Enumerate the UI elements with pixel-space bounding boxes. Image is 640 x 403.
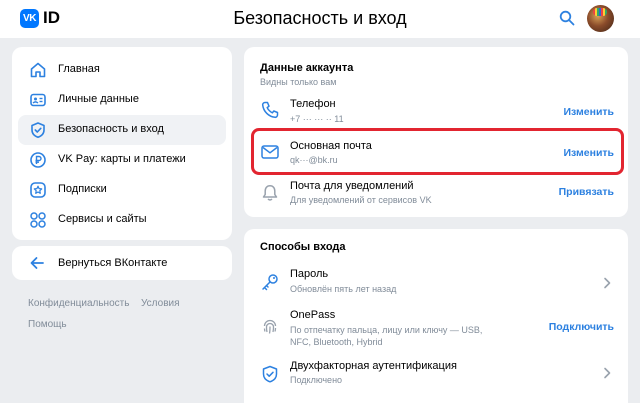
sidebar-nav: Главная Личные данные Безопасность и вхо… (12, 47, 232, 240)
phone-change-button[interactable]: Изменить (563, 106, 614, 118)
services-grid-icon (29, 211, 47, 229)
sidebar-item-security[interactable]: Безопасность и вход (18, 115, 226, 145)
key-icon (260, 272, 280, 292)
sidebar-item-label: Подписки (58, 183, 107, 195)
password-title: Пароль (290, 268, 329, 280)
sidebar-item-services[interactable]: Сервисы и сайты (18, 205, 226, 235)
bell-icon (260, 183, 280, 203)
phone-title: Телефон (290, 98, 336, 110)
notification-email-title: Почта для уведомлений (290, 180, 414, 192)
back-label: Вернуться ВКонтакте (58, 257, 168, 269)
sidebar-item-home[interactable]: Главная (18, 55, 226, 85)
phone-icon (260, 100, 280, 120)
id-card-icon (29, 91, 47, 109)
avatar[interactable] (587, 5, 614, 32)
password-value: Обновлён пять лет назад (290, 284, 397, 294)
onepass-value-line2: NFC, Bluetooth, Hybrid (290, 337, 383, 347)
two-factor-value: Подключено (290, 375, 343, 385)
phone-value: +7 ··· ··· ·· 11 (290, 114, 344, 124)
account-section-title: Данные аккаунта (260, 62, 354, 74)
ruble-icon (29, 151, 47, 169)
page-title: Безопасность и вход (233, 8, 407, 28)
login-section-title: Способы входа (260, 241, 346, 253)
two-factor-title: Двухфакторная аутентификация (290, 360, 457, 372)
sidebar-item-label: Главная (58, 63, 100, 75)
fingerprint-icon (260, 317, 280, 337)
search-icon[interactable] (559, 10, 575, 26)
sidebar-item-subscriptions[interactable]: Подписки (18, 175, 226, 205)
sidebar-item-label: Сервисы и сайты (58, 213, 147, 225)
onepass-value-line1: По отпечатку пальца, лицу или ключу — US… (290, 325, 483, 335)
help-link[interactable]: Помощь (28, 319, 67, 330)
terms-link[interactable]: Условия (141, 298, 180, 309)
sidebar-item-label: VK Pay: карты и платежи (58, 153, 186, 165)
star-icon (29, 181, 47, 199)
login-methods-card: Способы входа Пароль Обновлён пять лет н… (244, 229, 628, 403)
notification-email-value: Для уведомлений от сервисов VK (290, 195, 432, 205)
home-icon (29, 61, 47, 79)
onepass-title: OnePass (290, 309, 336, 321)
sidebar-item-vk-pay[interactable]: VK Pay: карты и платежи (18, 145, 226, 175)
privacy-link[interactable]: Конфиденциальность (28, 298, 129, 309)
sidebar-item-label: Личные данные (58, 93, 139, 105)
arrow-left-icon (29, 255, 45, 271)
chevron-right-icon (602, 277, 612, 289)
shield-icon (29, 121, 47, 139)
chevron-right-icon (602, 367, 612, 379)
notification-email-link-button[interactable]: Привязать (559, 186, 614, 198)
top-bar: VK ID Безопасность и вход (0, 0, 640, 38)
account-section-subtitle: Видны только вам (260, 77, 337, 87)
onepass-connect-button[interactable]: Подключить (549, 321, 614, 333)
back-to-vk-button[interactable]: Вернуться ВКонтакте (12, 246, 232, 280)
sidebar-item-personal-data[interactable]: Личные данные (18, 85, 226, 115)
sidebar-item-label: Безопасность и вход (58, 123, 164, 135)
highlight-frame (251, 128, 624, 175)
shield-check-icon (260, 364, 280, 384)
